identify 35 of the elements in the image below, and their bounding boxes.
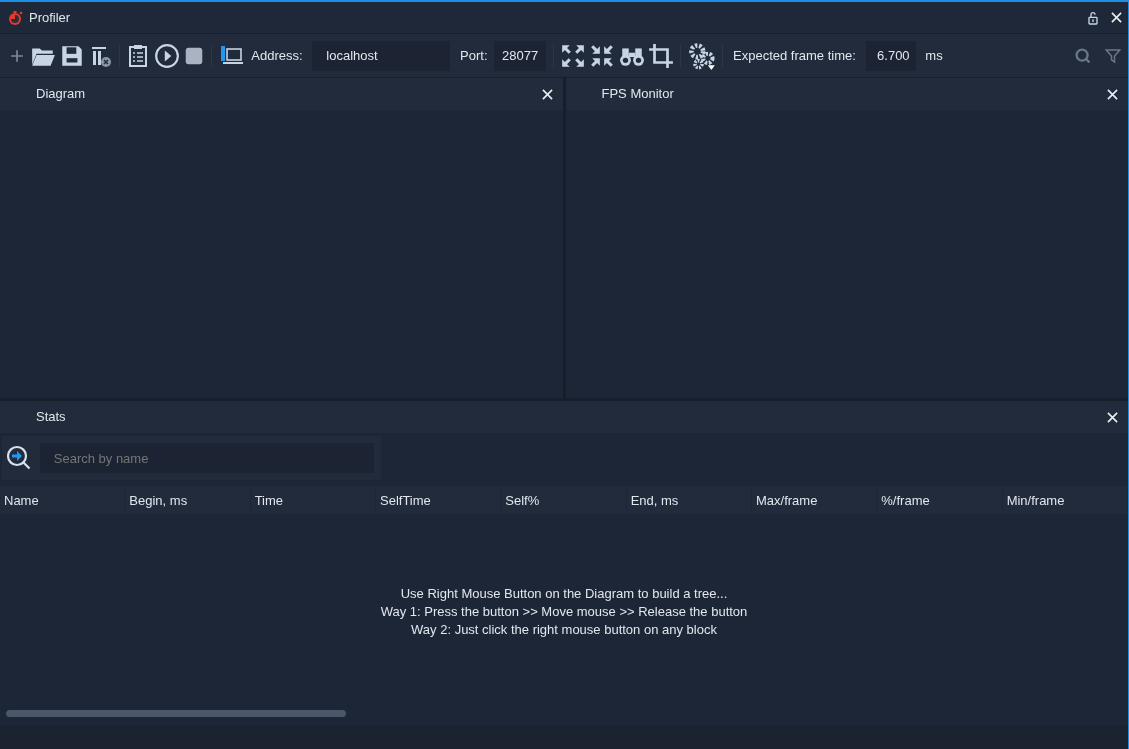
close-icon[interactable] — [1107, 88, 1118, 100]
filter-icon[interactable] — [1103, 46, 1122, 65]
address-field[interactable]: localhost — [312, 40, 451, 71]
close-icon[interactable] — [1110, 12, 1122, 23]
hint-text: Way 1: Press the button >> Move mouse >> Release the button — [380, 603, 748, 622]
stopwatch-icon — [6, 9, 23, 26]
scrollbar-thumb[interactable] — [6, 710, 346, 717]
column-header[interactable]: Min/frame — [1002, 486, 1128, 515]
address-label: Address: — [251, 46, 303, 65]
column-header[interactable]: End, ms — [626, 486, 752, 515]
expand-icon[interactable] — [560, 42, 587, 69]
frame-time-field[interactable]: 6.700 — [865, 40, 916, 71]
port-label: Port: — [460, 46, 488, 65]
play-icon[interactable] — [153, 42, 180, 69]
close-icon[interactable] — [1107, 411, 1118, 423]
window-title: Profiler — [29, 8, 71, 27]
crop-icon[interactable] — [647, 42, 674, 69]
column-header[interactable]: SelfTime — [376, 486, 502, 515]
panel-title: FPS Monitor — [601, 85, 674, 104]
close-icon[interactable] — [541, 88, 553, 100]
column-header[interactable]: Time — [250, 486, 376, 515]
port-field[interactable]: 28077 — [494, 40, 547, 71]
column-header[interactable]: Begin, ms — [125, 486, 251, 515]
collapse-icon[interactable] — [589, 42, 616, 69]
column-header[interactable]: Self% — [501, 486, 627, 515]
panel-title: Stats — [36, 408, 66, 427]
column-header[interactable]: %/frame — [877, 486, 1003, 515]
hint-text: Use Right Mouse Button on the Diagram to build a tree... — [400, 585, 728, 604]
column-header[interactable]: Max/frame — [751, 486, 878, 515]
search-field[interactable]: Search by name — [39, 443, 374, 474]
frame-time-label: Expected frame time: — [733, 46, 856, 65]
hint-text: Way 2: Just click the right mouse button on any block — [411, 621, 717, 640]
column-header[interactable]: Name — [0, 486, 126, 515]
panel-title: Diagram — [36, 85, 86, 104]
unit-label: ms — [925, 46, 943, 65]
